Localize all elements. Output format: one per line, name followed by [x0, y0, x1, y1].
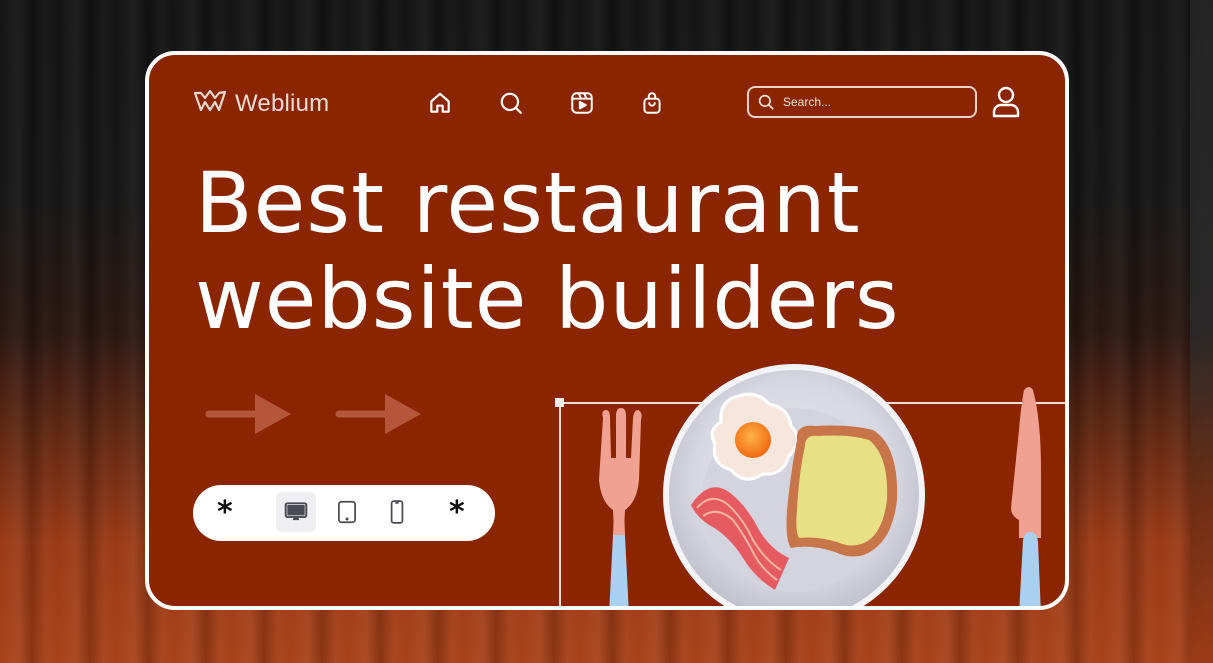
selection-frame-handle[interactable] [555, 398, 564, 407]
device-desktop-button[interactable] [276, 492, 316, 532]
decorative-arrows [205, 392, 423, 441]
toast-icon [786, 425, 898, 557]
nav-video[interactable] [569, 90, 595, 116]
search-icon [758, 94, 774, 110]
brand-logo[interactable]: Weblium [193, 88, 329, 119]
mobile-icon [390, 500, 404, 524]
search-icon [500, 92, 522, 114]
asterisk-right: * [449, 495, 465, 530]
search-input[interactable] [783, 95, 963, 109]
home-icon [430, 92, 450, 113]
hero-line-2: website builders [195, 250, 900, 348]
right-edge-band [1190, 0, 1213, 663]
breakfast-illustration [599, 364, 1041, 606]
nav-search[interactable] [498, 90, 524, 116]
selection-frame-left [559, 402, 561, 606]
knife-icon [1011, 387, 1041, 606]
device-mobile-button[interactable] [377, 492, 417, 532]
website-preview-card: Weblium Search... Best restaurant websit… [145, 51, 1069, 610]
nav-home[interactable] [427, 90, 453, 116]
video-reel-icon [571, 92, 593, 114]
user-icon [992, 86, 1020, 118]
brand-name: Weblium [235, 89, 330, 117]
asterisk-left: * [217, 495, 233, 530]
account-button[interactable] [991, 85, 1021, 119]
nav-shop[interactable] [639, 90, 665, 116]
desktop-icon [284, 502, 308, 521]
arrow-right-icon [335, 392, 423, 441]
shopping-bag-icon [643, 92, 661, 114]
device-tablet-button[interactable] [327, 492, 367, 532]
crown-w-logo-icon [193, 88, 227, 119]
hero-line-1: Best restaurant [195, 154, 861, 252]
hero-headline: Best restaurant website builders [195, 155, 900, 347]
arrow-right-icon [205, 392, 293, 441]
fork-icon [599, 408, 642, 606]
search-box[interactable] [747, 86, 977, 118]
device-preview-switcher: * * [193, 485, 495, 541]
tablet-icon [338, 500, 356, 524]
